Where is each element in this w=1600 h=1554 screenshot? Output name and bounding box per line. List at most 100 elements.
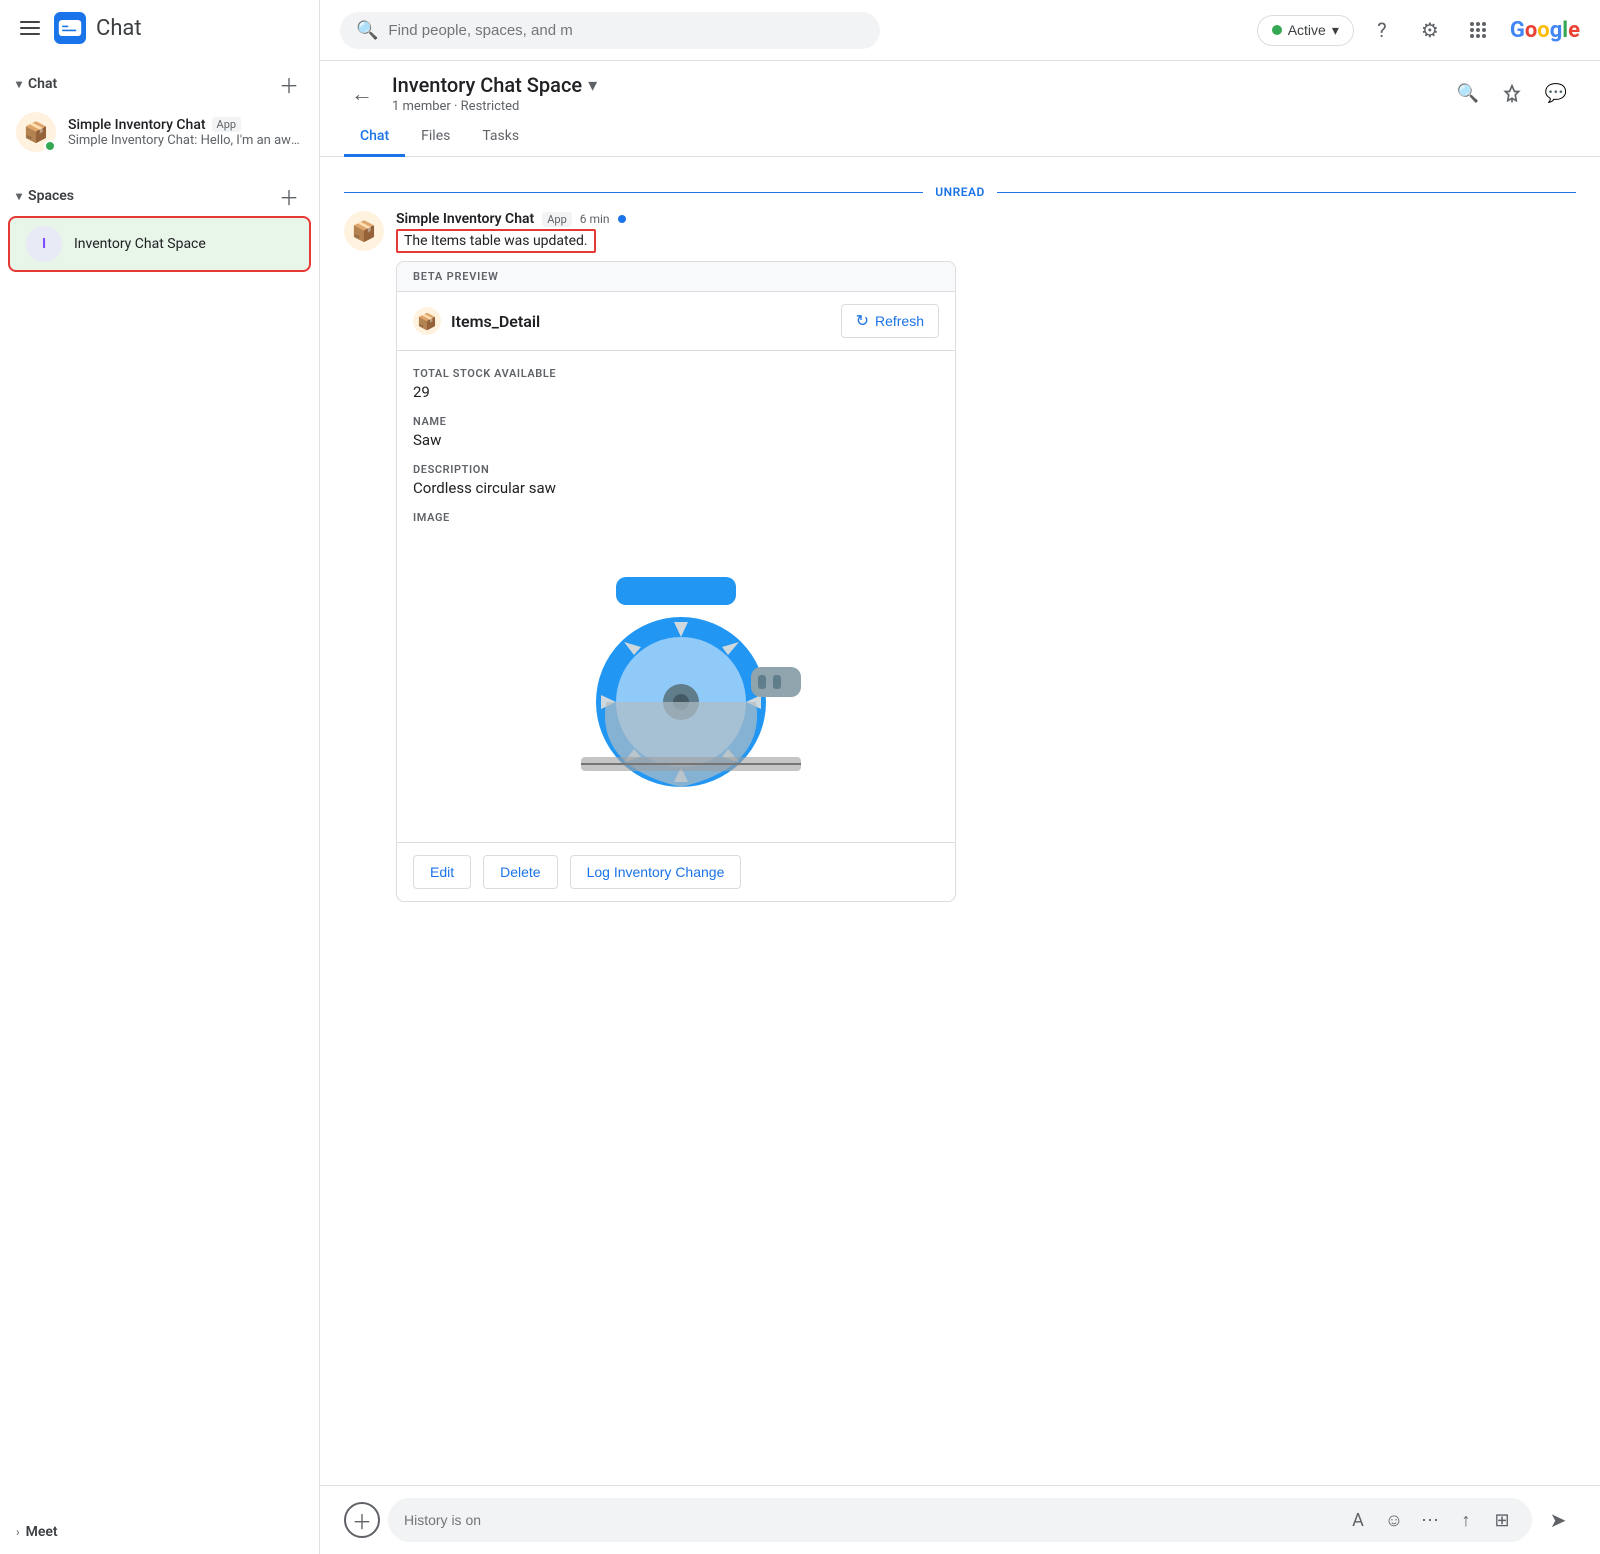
meet-header[interactable]: › Meet: [0, 1518, 319, 1546]
message: 📦 Simple Inventory Chat App 6 min The It…: [344, 211, 1576, 902]
search-icon: 🔍: [356, 20, 378, 41]
space-item-name: Inventory Chat Space: [74, 236, 206, 252]
send-button[interactable]: ➤: [1540, 1502, 1576, 1538]
chat-header-dropdown-icon[interactable]: ▾: [588, 75, 597, 96]
back-button[interactable]: ←: [344, 76, 380, 112]
search-input[interactable]: [388, 22, 864, 39]
unread-line-left: [344, 192, 923, 193]
spaces-chevron-icon: ▾: [16, 189, 22, 203]
message-body: Simple Inventory Chat App 6 min The Item…: [396, 211, 1576, 902]
tab-tasks[interactable]: Tasks: [466, 118, 535, 157]
add-space-icon[interactable]: ＋: [275, 182, 303, 210]
chat-section-header[interactable]: ▾ Chat ＋: [0, 64, 319, 104]
topbar: 🔍 Active ▾ ? ⚙: [320, 0, 1600, 61]
field-description-value: Cordless circular saw: [413, 479, 939, 497]
chat-logo-icon: [54, 12, 86, 44]
refresh-button[interactable]: ↻ Refresh: [841, 304, 939, 338]
message-text-highlight: The Items table was updated.: [396, 229, 596, 253]
settings-icon[interactable]: ⚙: [1410, 10, 1450, 50]
search-bar[interactable]: 🔍: [340, 12, 880, 49]
chat-header-info: Inventory Chat Space ▾ 1 member · Restri…: [392, 73, 1436, 114]
emoji-icon[interactable]: ☺: [1380, 1506, 1408, 1534]
message-unread-dot: [618, 215, 626, 223]
field-image: IMAGE: [413, 511, 939, 812]
chat-bubble-icon[interactable]: 💬: [1536, 74, 1576, 114]
simple-inventory-avatar: 📦: [16, 112, 56, 152]
delete-button[interactable]: Delete: [483, 855, 557, 889]
more-options-icon[interactable]: ⋯: [1416, 1506, 1444, 1534]
active-chevron-icon: ▾: [1332, 22, 1339, 39]
message-sender: Simple Inventory Chat: [396, 211, 534, 227]
avatar-online-badge: [44, 140, 56, 152]
upload-icon[interactable]: ↑: [1452, 1506, 1480, 1534]
google-logo: Google: [1510, 18, 1580, 43]
message-header: Simple Inventory Chat App 6 min: [396, 211, 1576, 227]
chat-chevron-icon: ▾: [16, 77, 22, 91]
spaces-section-header[interactable]: ▾ Spaces ＋: [0, 176, 319, 216]
unread-line-right: [997, 192, 1576, 193]
add-chat-icon[interactable]: ＋: [275, 70, 303, 98]
edit-button[interactable]: Edit: [413, 855, 471, 889]
chat-section-label: Chat: [28, 76, 57, 92]
video-add-icon[interactable]: ⊞: [1488, 1506, 1516, 1534]
field-total-stock-label: TOTAL STOCK AVAILABLE: [413, 367, 939, 380]
chat-section: ▾ Chat ＋ 📦 Simple Inventory Chat App Sim…: [0, 56, 319, 168]
apps-icon[interactable]: [1458, 10, 1498, 50]
message-input-bar: ＋ A ☺ ⋯ ↑ ⊞ ➤: [320, 1485, 1600, 1554]
space-avatar: I: [26, 226, 62, 262]
main-area: 🔍 Active ▾ ? ⚙: [320, 0, 1600, 1554]
field-image-label: IMAGE: [413, 511, 939, 524]
chat-item-simple-inventory[interactable]: 📦 Simple Inventory Chat App Simple Inven…: [0, 104, 319, 160]
field-description-label: DESCRIPTION: [413, 463, 939, 476]
pin-icon[interactable]: [1492, 74, 1532, 114]
message-avatar: 📦: [344, 211, 384, 251]
active-label: Active: [1288, 22, 1326, 38]
circular-saw-svg: [526, 547, 826, 797]
card-beta-label: BETA PREVIEW: [397, 262, 955, 292]
unread-divider: UNREAD: [344, 185, 1576, 199]
chat-header-title-row: Inventory Chat Space ▾: [392, 73, 1436, 97]
saw-image: [496, 532, 856, 812]
space-item-inventory[interactable]: I Inventory Chat Space: [8, 216, 311, 272]
chat-name-row: Simple Inventory Chat App: [68, 117, 303, 133]
hamburger-icon[interactable]: [16, 17, 44, 39]
help-icon[interactable]: ?: [1362, 10, 1402, 50]
chat-section-left: ▾ Chat: [16, 76, 57, 92]
card-body: TOTAL STOCK AVAILABLE 29 NAME Saw DESCRI…: [397, 351, 955, 842]
message-input[interactable]: [404, 1512, 1336, 1528]
active-status-button[interactable]: Active ▾: [1257, 15, 1354, 46]
message-time: 6 min: [580, 212, 610, 226]
active-dot-icon: [1272, 25, 1282, 35]
message-input-wrapper: A ☺ ⋯ ↑ ⊞: [388, 1498, 1532, 1542]
search-chat-icon[interactable]: 🔍: [1448, 74, 1488, 114]
meet-section: › Meet: [0, 1510, 319, 1554]
field-total-stock-value: 29: [413, 383, 939, 401]
text-format-icon[interactable]: A: [1344, 1506, 1372, 1534]
tab-chat[interactable]: Chat: [344, 118, 405, 157]
sidebar-title: Chat: [96, 16, 142, 41]
card-title: Items_Detail: [451, 312, 540, 331]
tab-files[interactable]: Files: [405, 118, 466, 157]
field-description: DESCRIPTION Cordless circular saw: [413, 463, 939, 497]
app-badge: App: [212, 117, 242, 132]
log-inventory-change-button[interactable]: Log Inventory Change: [570, 855, 742, 889]
spaces-section-left: ▾ Spaces: [16, 188, 74, 204]
field-name-value: Saw: [413, 431, 939, 449]
chat-item-name: Simple Inventory Chat: [68, 117, 206, 133]
card-header-icon: 📦: [413, 307, 441, 335]
field-name: NAME Saw: [413, 415, 939, 449]
topbar-right: Active ▾ ? ⚙ Google: [1257, 10, 1580, 50]
unread-label: UNREAD: [935, 185, 985, 199]
spaces-section: ▾ Spaces ＋ I Inventory Chat Space: [0, 168, 319, 280]
meet-label: Meet: [26, 1524, 58, 1540]
chat-header-subtitle: 1 member · Restricted: [392, 99, 1436, 114]
refresh-icon: ↻: [856, 311, 869, 331]
tabs: Chat Files Tasks: [320, 118, 1600, 157]
message-text: The Items table was updated.: [396, 229, 1576, 253]
add-message-button[interactable]: ＋: [344, 1502, 380, 1538]
field-name-label: NAME: [413, 415, 939, 428]
chat-header-name: Inventory Chat Space: [392, 73, 582, 97]
chat-item-info: Simple Inventory Chat App Simple Invento…: [68, 117, 303, 148]
refresh-label: Refresh: [875, 313, 924, 329]
card-header: 📦 Items_Detail ↻ Refresh: [397, 292, 955, 351]
